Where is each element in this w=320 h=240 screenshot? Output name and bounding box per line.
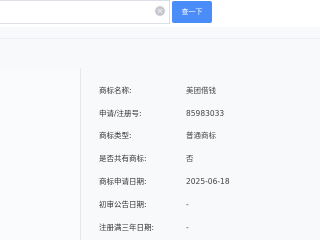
- info-row-three-year-registration-date: 注册满三年日期: -: [99, 221, 320, 235]
- info-label: 是否共有商标:: [99, 154, 147, 163]
- info-value: -: [186, 223, 189, 232]
- left-panel: [0, 68, 81, 240]
- info-label: 初审公告日期:: [99, 200, 147, 209]
- info-row-trademark-name: 商标名称: 美团借钱: [99, 84, 320, 98]
- trademark-detail-panel: 商标名称: 美团借钱 申请/注册号: 85983033 商标类型: 普通商标 是…: [0, 68, 320, 240]
- page: × 查一下 商标名称: 美团借钱 申请/注册号: 85983033 商标类型: …: [0, 0, 320, 240]
- info-label: 商标类型:: [99, 131, 132, 140]
- info-value: 普通商标: [186, 131, 216, 140]
- info-value: 85983033: [186, 109, 225, 118]
- info-value: 美团借钱: [186, 86, 216, 95]
- info-value: 2025-06-18: [186, 177, 230, 186]
- info-label: 注册满三年日期:: [99, 223, 155, 232]
- info-row-registration-number: 申请/注册号: 85983033: [99, 107, 320, 121]
- info-label: 商标名称:: [99, 86, 132, 95]
- info-row-trademark-type: 商标类型: 普通商标: [99, 129, 320, 143]
- info-value: -: [186, 200, 189, 209]
- search-button[interactable]: 查一下: [172, 1, 212, 23]
- divider: [0, 38, 320, 39]
- info-label: 商标申请日期:: [99, 177, 147, 186]
- search-input[interactable]: [0, 0, 170, 24]
- info-value: 否: [186, 154, 194, 163]
- search-bar: × 查一下: [0, 0, 320, 27]
- info-row-application-date: 商标申请日期: 2025-06-18: [99, 175, 320, 189]
- clear-icon[interactable]: ×: [155, 6, 165, 16]
- info-label: 申请/注册号:: [99, 109, 142, 118]
- info-row-shared-trademark: 是否共有商标: 否: [99, 152, 320, 166]
- info-row-preliminary-announcement-date: 初审公告日期: -: [99, 198, 320, 212]
